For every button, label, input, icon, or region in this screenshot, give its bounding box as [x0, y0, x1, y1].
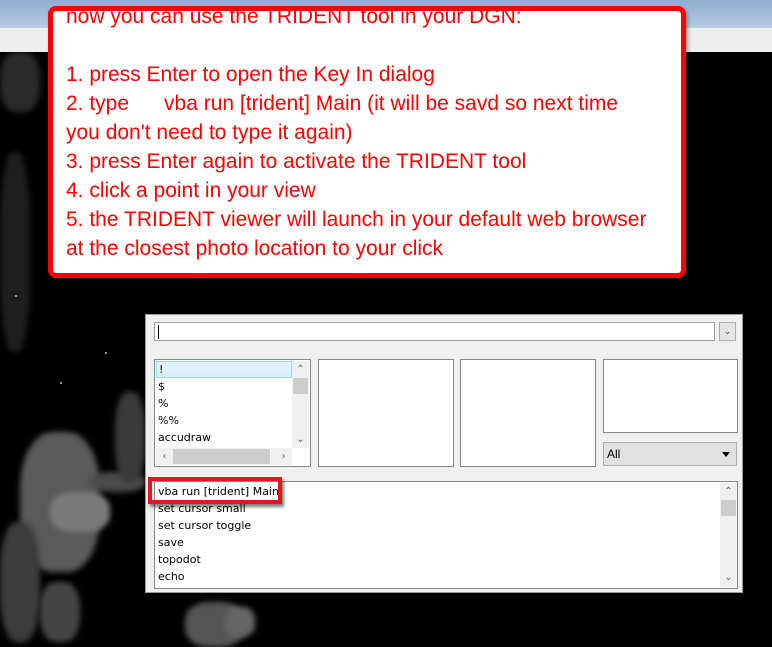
- filter-value: All: [607, 447, 621, 461]
- chevron-down-icon[interactable]: ⌄: [720, 569, 737, 586]
- callout-line-step5-cont: at the closest photo location to your cl…: [66, 237, 444, 260]
- key-in-dialog: ⌄ ! $ % %% accudraw ⌃ ⌄ ‹ › All vba run …: [145, 314, 743, 593]
- instruction-callout: now you can use the TRIDENT tool in your…: [48, 6, 686, 278]
- callout-line-step4: 4. click a point in your view: [66, 179, 316, 202]
- subcommand-list-2[interactable]: [460, 359, 596, 467]
- history-item-highlight-box: [148, 477, 282, 504]
- callout-line-heading: now you can use the TRIDENT tool in your…: [66, 6, 522, 28]
- command-list-item[interactable]: %: [156, 395, 292, 412]
- chevron-down-icon[interactable]: ⌄: [292, 431, 309, 448]
- chevron-down-icon: ⌄: [723, 326, 732, 337]
- map-feature: [115, 392, 145, 482]
- callout-line-step2-cont: you don't need to type it again): [66, 121, 353, 144]
- map-feature: [0, 152, 30, 352]
- subcommand-list[interactable]: [318, 359, 454, 467]
- callout-line-step2: 2. type vba run [trident] Main (it will …: [66, 92, 619, 115]
- command-list-item[interactable]: accudraw: [156, 429, 292, 446]
- callout-line-step3: 3. press Enter again to activate the TRI…: [66, 150, 527, 173]
- map-feature: [0, 52, 40, 112]
- command-list-vscrollbar[interactable]: ⌃ ⌄: [292, 361, 309, 448]
- scrollbar-thumb[interactable]: [293, 378, 308, 394]
- map-speck: [60, 382, 62, 384]
- map-feature: [225, 607, 255, 637]
- history-item[interactable]: echo: [156, 568, 716, 585]
- command-list-item[interactable]: !: [156, 361, 292, 378]
- history-item[interactable]: topodot: [156, 551, 716, 568]
- subcommand-list-3[interactable]: [603, 359, 738, 433]
- callout-line-step5: 5. the TRIDENT viewer will launch in you…: [66, 208, 647, 231]
- command-list[interactable]: ! $ % %% accudraw ⌃ ⌄ ‹ ›: [154, 359, 311, 467]
- history-item[interactable]: set cursor toggle: [156, 517, 716, 534]
- chevron-left-icon[interactable]: ‹: [156, 448, 173, 465]
- command-list-item[interactable]: $: [156, 378, 292, 395]
- filter-dropdown[interactable]: All: [603, 442, 737, 466]
- history-item[interactable]: save: [156, 534, 716, 551]
- map-feature: [0, 522, 40, 642]
- command-list-item[interactable]: %%: [156, 412, 292, 429]
- instruction-text: now you can use the TRIDENT tool in your…: [66, 6, 681, 263]
- text-caret: [158, 325, 159, 339]
- map-speck: [105, 352, 107, 354]
- scrollbar-thumb[interactable]: [173, 449, 270, 464]
- command-list-hscrollbar[interactable]: ‹ ›: [156, 448, 292, 465]
- chevron-up-icon[interactable]: ⌃: [292, 361, 309, 378]
- chevron-up-icon[interactable]: ⌃: [720, 483, 737, 500]
- map-speck: [15, 295, 17, 297]
- callout-line-blank: [66, 31, 681, 60]
- map-feature: [40, 582, 80, 642]
- map-feature: [50, 492, 110, 532]
- triangle-down-icon: [722, 452, 730, 457]
- callout-line-step1: 1. press Enter to open the Key In dialog: [66, 63, 435, 86]
- key-in-dropdown-button[interactable]: ⌄: [719, 322, 736, 341]
- scrollbar-thumb[interactable]: [721, 500, 736, 516]
- history-vscrollbar[interactable]: ⌃ ⌄: [720, 483, 737, 587]
- chevron-right-icon[interactable]: ›: [275, 448, 292, 465]
- key-in-input[interactable]: [154, 322, 715, 341]
